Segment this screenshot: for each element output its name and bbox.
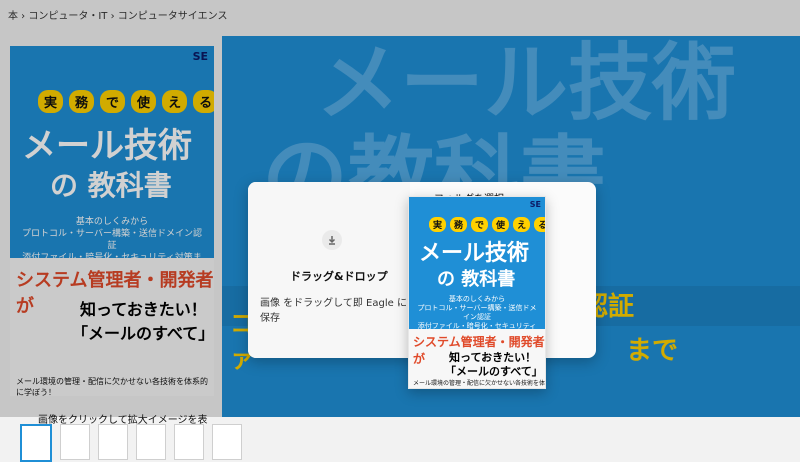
cover-subtitle-line: プロトコル・サーバー構築・送信ドメイン認証 [417, 304, 537, 321]
download-icon [322, 230, 342, 250]
cover-subtitle-line: 基本のしくみから [448, 295, 506, 303]
publisher-logo: SE [529, 200, 541, 209]
page: 本 › コンピュータ・IT › コンピュータサイエンス SE 実 務 で 使 え… [0, 0, 800, 462]
cover-tagline: 「メールのすべて」 [445, 365, 543, 378]
thumbnail[interactable] [60, 424, 90, 460]
badge: る [534, 217, 545, 232]
thumbnail[interactable] [174, 424, 204, 460]
thumbnail[interactable] [98, 424, 128, 460]
cover-bottom: システム管理者・開発者が 知っておきたい！ 「メールのすべて」 メール環境の管理… [409, 329, 545, 388]
cover-footer: メール環境の管理・配信に欠かせない各技術を体系的に学ぼう！ [413, 380, 546, 387]
drag-drop-title: ドラッグ&ドロップ [290, 270, 388, 283]
badge: 務 [450, 217, 468, 232]
thumbnail-strip [20, 424, 242, 462]
drag-drop-description: 画像 をドラッグして即 Eagle に保存 [260, 298, 407, 324]
dragged-image-preview[interactable]: SE 実 務 で 使 え る メール技術 の 教科書 基本のしくみから プロトコ… [408, 196, 546, 389]
cover-badges: 実 務 で 使 え る [429, 217, 545, 232]
drag-drop-pane[interactable]: ドラッグ&ドロップ 画像 をドラッグして即 Eagle に保存 [248, 182, 410, 358]
cover-title-line1: メール技術 [419, 241, 530, 266]
thumbnail[interactable] [212, 424, 242, 460]
thumbnail[interactable] [136, 424, 166, 460]
thumbnail[interactable] [20, 424, 52, 462]
badge: 実 [429, 217, 447, 232]
badge: 使 [492, 217, 510, 232]
cover-title-line2: の 教科書 [437, 269, 516, 290]
badge: で [471, 217, 489, 232]
badge: え [513, 217, 531, 232]
